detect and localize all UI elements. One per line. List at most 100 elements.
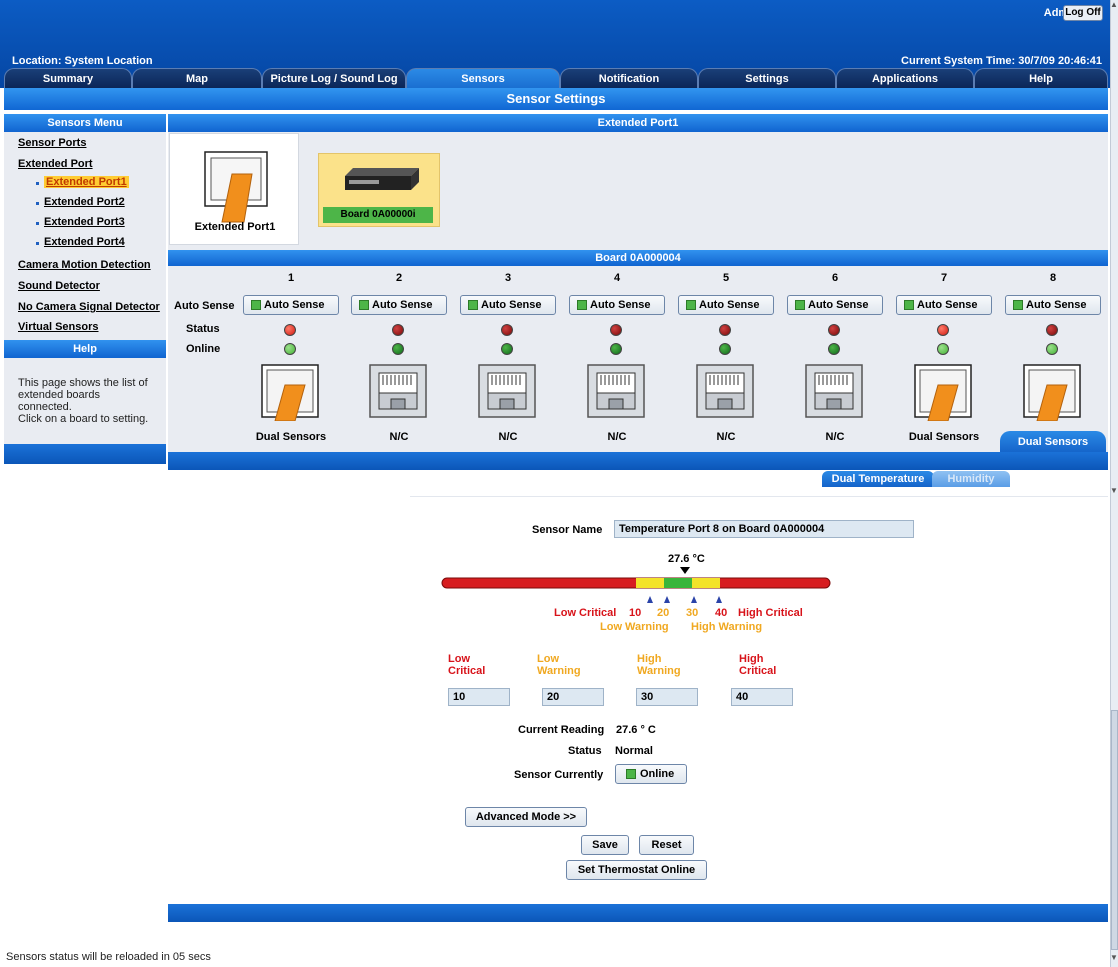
sidebar-item-extended-port1[interactable]: Extended Port1 (44, 176, 129, 188)
bullet-icon (36, 182, 39, 185)
sidebar-item-camera-motion[interactable]: Camera Motion Detection (18, 259, 151, 271)
extended-port-label: Extended Port1 (194, 221, 276, 233)
high-warning-field-label: High Warning (637, 653, 681, 677)
dual-sensor-port-icon[interactable] (1023, 363, 1083, 422)
sidebar-item-extended-port2[interactable]: Extended Port2 (44, 196, 125, 208)
port-type-label: N/C (716, 431, 736, 443)
sidebar-item-no-camera-signal[interactable]: No Camera Signal Detector (18, 301, 160, 313)
reset-button[interactable]: Reset (639, 835, 694, 855)
port-type-label: Dual Sensors (908, 431, 980, 443)
board-header: Board 0A000004 (168, 250, 1108, 266)
sidebar-item-sensor-ports[interactable]: Sensor Ports (18, 137, 86, 149)
online-led-icon (610, 343, 622, 355)
auto-sense-button[interactable]: Auto Sense (569, 295, 665, 315)
help-line: Click on a board to setting. (18, 413, 149, 425)
online-led-icon (392, 343, 404, 355)
bullet-icon (36, 242, 39, 245)
auto-sense-button[interactable]: Auto Sense (243, 295, 339, 315)
tab-settings[interactable]: Settings (698, 68, 836, 88)
gauge-reading: 27.6 °C (668, 553, 705, 565)
status-led-icon (1046, 324, 1058, 336)
dual-sensor-port-icon[interactable] (261, 363, 321, 422)
tab-notification[interactable]: Notification (560, 68, 698, 88)
logoff-button[interactable]: Log Off (1063, 5, 1103, 21)
auto-sense-label: Auto Sense (590, 299, 651, 311)
tab-map[interactable]: Map (132, 68, 262, 88)
auto-sense-indicator-icon (577, 300, 587, 310)
sidebar-item-virtual-sensors[interactable]: Virtual Sensors (18, 321, 99, 333)
auto-sense-button[interactable]: Auto Sense (787, 295, 883, 315)
scroll-down-arrow-icon[interactable]: ▼ (1110, 486, 1118, 496)
high-warning-caption: High Warning (691, 621, 763, 633)
set-thermostat-online-button[interactable]: Set Thermostat Online (566, 860, 707, 880)
low-critical-field-label: Low Critical (448, 653, 485, 677)
rj45-port-icon[interactable] (696, 363, 756, 421)
tab-dual-temperature[interactable]: Dual Temperature (822, 471, 934, 487)
sensor-online-button[interactable]: Online (615, 764, 687, 784)
port-number: 1 (287, 272, 295, 284)
sidebar-item-extended-port4[interactable]: Extended Port4 (44, 236, 125, 248)
rj45-port-icon[interactable] (369, 363, 429, 421)
advanced-mode-button[interactable]: Advanced Mode >> (465, 807, 587, 827)
auto-sense-button[interactable]: Auto Sense (460, 295, 556, 315)
online-led-icon (719, 343, 731, 355)
tab-help[interactable]: Help (974, 68, 1108, 88)
sensors-menu-title: Sensors Menu (4, 114, 166, 132)
sidebar-item-sound-detector[interactable]: Sound Detector (18, 280, 100, 292)
sensor-name-field[interactable]: Temperature Port 8 on Board 0A000004 (614, 520, 914, 538)
board-device-icon (345, 168, 419, 190)
status-led-icon (284, 324, 296, 336)
port-number: 3 (504, 272, 512, 284)
low-critical-marker-icon (647, 596, 653, 603)
dual-sensor-port-icon[interactable] (914, 363, 974, 422)
tab-picture-log[interactable]: Picture Log / Sound Log (262, 68, 406, 88)
port-number: 5 (722, 272, 730, 284)
rj45-port-icon[interactable] (805, 363, 865, 421)
online-led-icon (501, 343, 513, 355)
high-warning-input[interactable]: 30 (636, 688, 698, 706)
reading-pointer-icon (680, 567, 690, 574)
extended-port-header: Extended Port1 (168, 114, 1108, 132)
low-warning-marker-icon (664, 596, 670, 603)
auto-sense-indicator-icon (251, 300, 261, 310)
port-number: 7 (940, 272, 948, 284)
auto-sense-label: Auto Sense (917, 299, 978, 311)
status-value: Normal (615, 745, 653, 757)
low-warning-field-label: Low Warning (537, 653, 581, 677)
auto-sense-button[interactable]: Auto Sense (678, 295, 774, 315)
status-footer: Sensors status will be reloaded in 05 se… (6, 951, 211, 963)
tab-applications[interactable]: Applications (836, 68, 974, 88)
sidebar-item-extended-port3[interactable]: Extended Port3 (44, 216, 125, 228)
extended-port-card[interactable]: Extended Port1 (169, 133, 299, 245)
status-led-icon (610, 324, 622, 336)
rj45-port-icon[interactable] (478, 363, 538, 421)
dual-sensors-tab[interactable]: Dual Sensors (1000, 431, 1106, 453)
system-time: Current System Time: 30/7/09 20:46:41 (901, 55, 1102, 67)
scroll-down-arrow-icon[interactable]: ▼ (1110, 953, 1118, 963)
low-warning-caption: Low Warning (600, 621, 669, 633)
rj45-port-icon[interactable] (587, 363, 647, 421)
auto-sense-indicator-icon (1013, 300, 1023, 310)
auto-sense-indicator-icon (359, 300, 369, 310)
auto-sense-button[interactable]: Auto Sense (351, 295, 447, 315)
main-tabs: Summary Map Picture Log / Sound Log Sens… (4, 68, 1108, 88)
low-critical-caption: Low Critical (554, 607, 617, 619)
auto-sense-indicator-icon (795, 300, 805, 310)
low-warning-input[interactable]: 20 (542, 688, 604, 706)
auto-sense-button[interactable]: Auto Sense (1005, 295, 1101, 315)
scroll-up-arrow-icon[interactable]: ▲ (1110, 0, 1118, 10)
tab-summary[interactable]: Summary (4, 68, 132, 88)
high-critical-input[interactable]: 40 (731, 688, 793, 706)
port-type-label: N/C (825, 431, 845, 443)
auto-sense-button[interactable]: Auto Sense (896, 295, 992, 315)
board-label[interactable]: Board 0A00000i (323, 207, 433, 223)
sidebar-item-extended-port[interactable]: Extended Port (18, 158, 93, 170)
tab-humidity[interactable]: Humidity (932, 471, 1010, 487)
scroll-thumb[interactable] (1111, 710, 1118, 950)
tab-sensors[interactable]: Sensors (406, 68, 560, 88)
low-critical-input[interactable]: 10 (448, 688, 510, 706)
bullet-icon (36, 202, 39, 205)
field-label-line: High (739, 653, 764, 665)
save-button[interactable]: Save (581, 835, 629, 855)
auto-sense-label: Auto Sense (699, 299, 760, 311)
